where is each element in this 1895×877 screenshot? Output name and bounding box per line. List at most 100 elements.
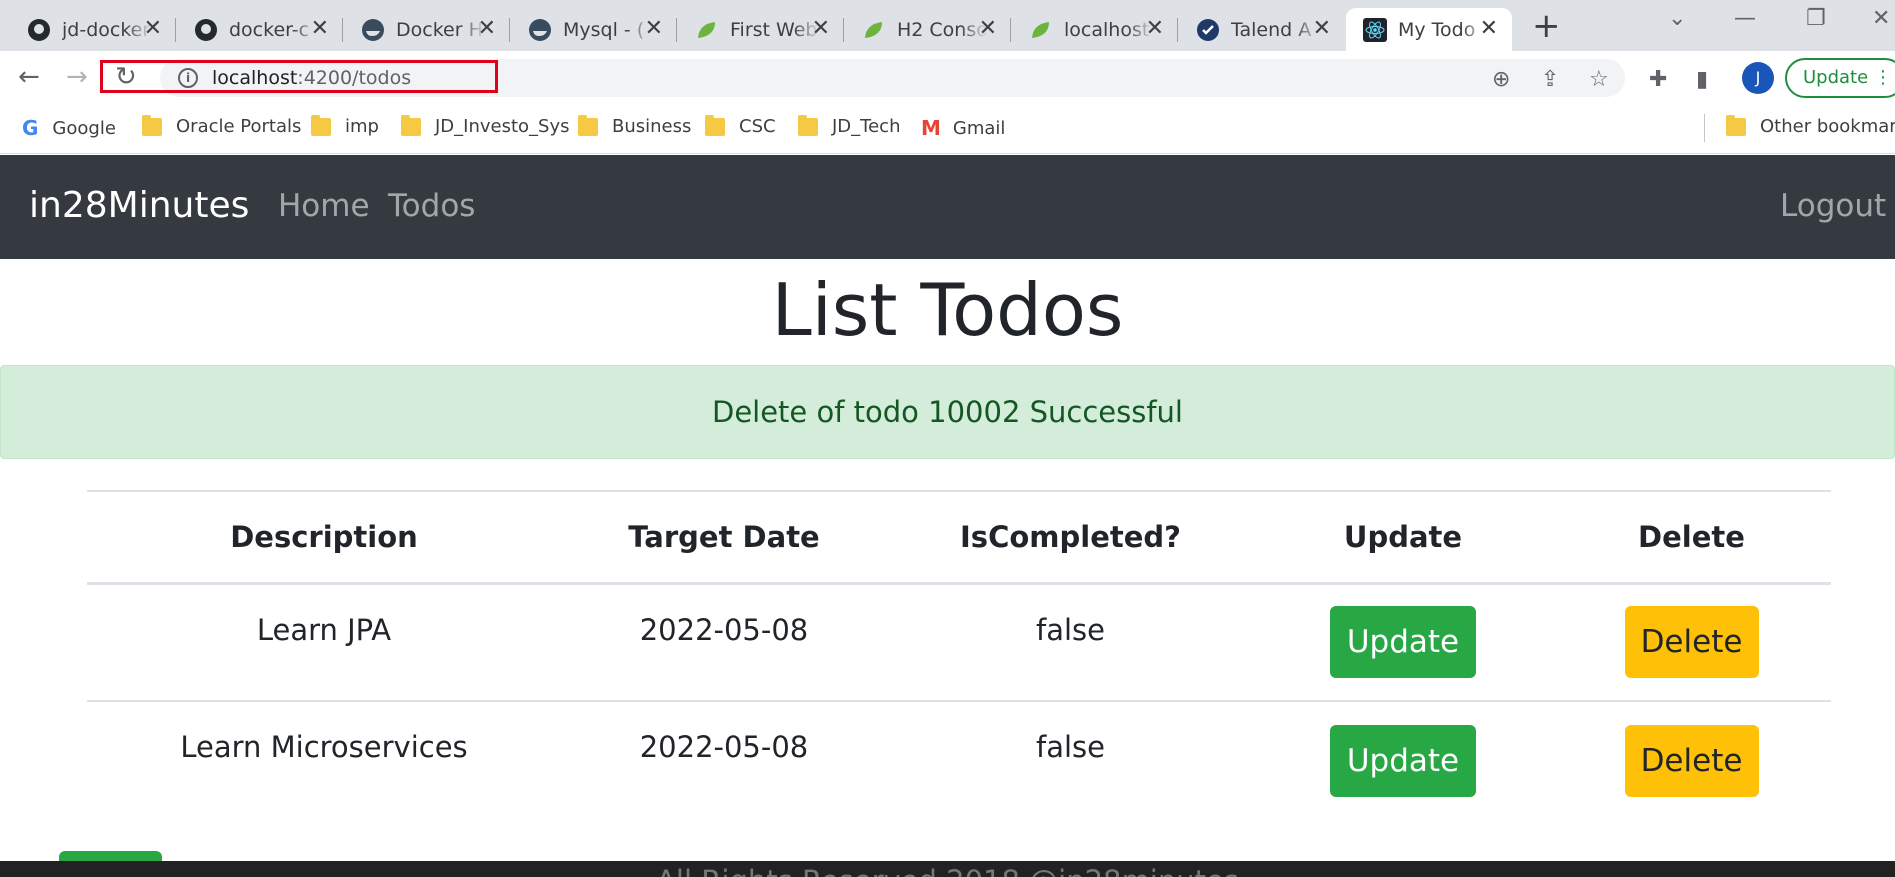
bookmark-csc[interactable]: CSC	[705, 114, 776, 137]
extensions-puzzle-icon[interactable]: ✚	[1649, 67, 1667, 92]
todo-is-completed: false	[1036, 730, 1105, 764]
google-icon: G	[22, 116, 39, 140]
tab-title: localhost	[1064, 18, 1150, 41]
tab-title: Mysql - (	[563, 18, 645, 41]
update-label: Update	[1803, 67, 1869, 88]
browser-tab[interactable]: H2 Conso ✕	[845, 8, 1011, 51]
update-todo-button[interactable]: Update	[1330, 724, 1476, 797]
todo-description: Learn Microservices	[180, 730, 468, 764]
folder-icon	[705, 114, 725, 136]
back-arrow-icon[interactable]: ←	[18, 63, 40, 91]
close-icon[interactable]: ✕	[144, 16, 162, 41]
folder-icon	[1726, 114, 1746, 136]
bookmark-google[interactable]: G Google	[22, 116, 116, 140]
bookmark-label: Oracle Portals	[176, 116, 302, 137]
todo-target-date: 2022-05-08	[639, 730, 809, 764]
nav-logout-link[interactable]: Logout	[1780, 188, 1886, 224]
spring-icon	[694, 17, 720, 43]
page-footer: All Rights Reserved 2018 @in28minutes	[0, 861, 1895, 877]
browser-update-button[interactable]: Update ⋮	[1785, 58, 1895, 98]
spring-icon	[861, 17, 887, 43]
tab-title: Talend A	[1231, 18, 1312, 41]
bookmark-label: Gmail	[952, 117, 1006, 139]
close-icon[interactable]: ✕	[1480, 16, 1498, 41]
other-bookmarks[interactable]: Other bookmarks	[1726, 114, 1895, 137]
tab-separator	[509, 18, 510, 42]
window-close-icon[interactable]: ✕	[1872, 6, 1890, 31]
bookmark-label: Business	[612, 116, 692, 137]
bookmark-label: CSC	[739, 116, 776, 137]
tab-title: docker-c	[229, 18, 310, 41]
close-icon[interactable]: ✕	[812, 16, 830, 41]
folder-icon	[798, 114, 818, 136]
talend-icon	[1195, 17, 1221, 43]
browser-tab[interactable]: Docker H ✕	[344, 8, 510, 51]
restore-icon[interactable]: ❐	[1806, 6, 1826, 31]
share-icon[interactable]: ⇪	[1541, 67, 1559, 92]
tab-title: jd-docker	[62, 18, 151, 41]
browser-tab[interactable]: docker-c ✕	[177, 8, 343, 51]
close-icon[interactable]: ✕	[1313, 16, 1331, 41]
tab-separator	[342, 18, 343, 42]
todos-table: Description Target Date IsCompleted? Upd…	[87, 490, 1831, 819]
bookmark-jd-investo-sys[interactable]: JD_Investo_Sys	[401, 114, 570, 137]
bookmark-jd-tech[interactable]: JD_Tech	[798, 114, 900, 137]
delete-todo-button[interactable]: Delete	[1624, 724, 1759, 797]
side-panel-icon[interactable]: ▮	[1696, 67, 1708, 92]
bookmarks-bar: G Google Oracle Portals imp JD_Investo_Sy…	[0, 104, 1895, 154]
more-menu-icon[interactable]: ⋮	[1874, 67, 1892, 88]
bookmark-label: Other bookmarks	[1760, 116, 1895, 137]
minimize-icon[interactable]: —	[1734, 6, 1756, 31]
close-icon[interactable]: ✕	[979, 16, 997, 41]
bookmark-imp[interactable]: imp	[311, 114, 379, 137]
close-icon[interactable]: ✕	[645, 16, 663, 41]
todo-target-date: 2022-05-08	[561, 583, 887, 702]
forward-arrow-icon[interactable]: →	[66, 63, 88, 91]
tab-title: First Web	[730, 18, 818, 41]
todo-is-completed: false	[887, 583, 1254, 702]
browser-tab[interactable]: Talend A ✕	[1179, 8, 1345, 51]
bookmark-oracle-portals[interactable]: Oracle Portals	[142, 114, 302, 137]
zoom-icon[interactable]: ⊕	[1492, 67, 1510, 92]
column-header-description: Description	[87, 490, 561, 585]
spring-icon	[1028, 17, 1054, 43]
tab-separator	[676, 18, 677, 42]
tab-separator	[175, 18, 176, 42]
tab-title: Docker H	[396, 18, 483, 41]
close-icon[interactable]: ✕	[1146, 16, 1164, 41]
brand-link[interactable]: in28Minutes	[29, 185, 249, 226]
browser-tab[interactable]: First Web ✕	[678, 8, 844, 51]
bookmarks-divider	[1704, 114, 1705, 142]
browser-tab-active[interactable]: My Todo ✕	[1346, 8, 1512, 51]
browser-tab-strip: jd-docker ✕ docker-c ✕ Docker H ✕ Mysql …	[0, 0, 1895, 51]
browser-tab[interactable]: jd-docker ✕	[10, 8, 176, 51]
column-header-delete: Delete	[1552, 490, 1831, 585]
bookmark-star-icon[interactable]: ☆	[1589, 67, 1609, 92]
react-icon	[1362, 17, 1388, 43]
docker-icon	[527, 17, 553, 43]
github-icon	[26, 17, 52, 43]
url-highlight-box	[100, 60, 498, 93]
tab-title: H2 Conso	[897, 18, 987, 41]
nav-home-link[interactable]: Home	[278, 188, 370, 224]
delete-todo-button[interactable]: Delete	[1624, 606, 1759, 679]
browser-tab[interactable]: Mysql - ( ✕	[511, 8, 677, 51]
close-icon[interactable]: ✕	[311, 16, 329, 41]
new-tab-plus-icon[interactable]: +	[1532, 8, 1561, 44]
update-todo-button[interactable]: Update	[1330, 606, 1476, 679]
tab-search-chevron-icon[interactable]: ⌄	[1668, 6, 1686, 31]
app-navbar: in28Minutes Home Todos Logout	[0, 155, 1895, 259]
profile-avatar[interactable]: J	[1742, 62, 1774, 94]
column-header-is-completed: IsCompleted?	[887, 490, 1254, 585]
close-icon[interactable]: ✕	[478, 16, 496, 41]
bookmark-business[interactable]: Business	[578, 114, 692, 137]
nav-todos-link[interactable]: Todos	[388, 188, 475, 224]
browser-tab[interactable]: localhost ✕	[1012, 8, 1178, 51]
bookmark-gmail[interactable]: M Gmail	[921, 116, 1005, 140]
table-header-row: Description Target Date IsCompleted? Upd…	[87, 490, 1831, 585]
table-row: Learn Microservices 2022-05-08 false Upd…	[87, 701, 1831, 819]
todo-description: Learn JPA	[87, 583, 561, 702]
page-title: List Todos	[771, 268, 1124, 352]
tab-separator	[1010, 18, 1011, 42]
bookmark-label: imp	[345, 116, 379, 137]
